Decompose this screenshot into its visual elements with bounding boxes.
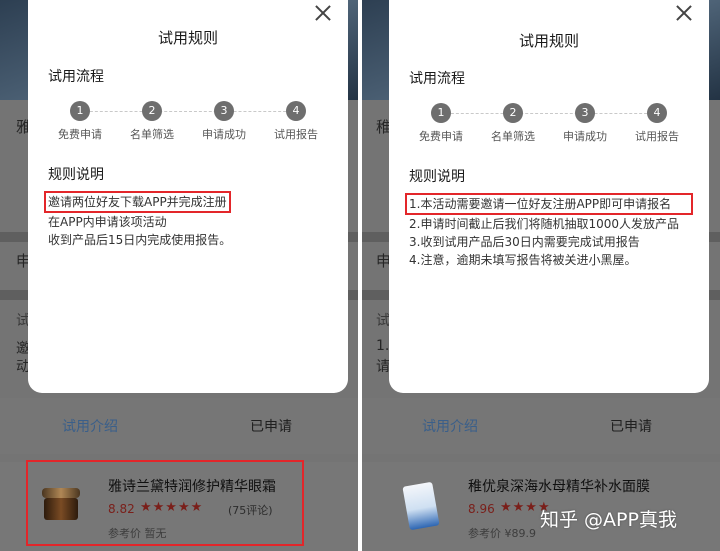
tab-applied[interactable]: 已申请: [250, 416, 292, 436]
step-number-badge: 3: [575, 103, 595, 123]
step-label: 申请成功: [563, 130, 607, 143]
product-rating: 8.96: [468, 502, 495, 516]
tab-bar: 试用介绍 已申请: [0, 398, 360, 454]
step-label: 试用报告: [274, 128, 318, 141]
step-number-badge: 2: [503, 103, 523, 123]
step-1: 1 免费申请: [406, 102, 476, 144]
step-4: 4 试用报告: [622, 102, 692, 144]
step-label: 名单筛选: [491, 130, 535, 143]
tab-bar: 试用介绍 已申请: [360, 398, 720, 454]
close-icon[interactable]: [314, 4, 332, 22]
bg-text-fragment: 请: [376, 359, 390, 375]
rules-heading: 规则说明: [48, 167, 104, 183]
rule-item: 在APP内申请该项活动: [48, 215, 167, 229]
step-number-badge: 4: [286, 101, 306, 121]
step-label: 免费申请: [419, 130, 463, 143]
rule-item-highlighted: 邀请两位好友下载APP并完成注册: [44, 191, 231, 213]
step-3: 3 申请成功: [550, 102, 620, 144]
step-3: 3 申请成功: [189, 100, 259, 142]
modal-title: 试用规则: [518, 32, 579, 50]
step-4: 4 试用报告: [261, 100, 331, 142]
process-heading: 试用流程: [48, 69, 104, 85]
step-label: 名单筛选: [130, 128, 174, 141]
reference-price: 参考价 ¥89.9: [468, 527, 536, 540]
rule-item: 4.注意，逾期未填写报告将被关进小黑屋。: [409, 253, 637, 267]
tab-trial-intro[interactable]: 试用介绍: [62, 416, 118, 436]
highlight-box: [26, 460, 304, 546]
modal-title: 试用规则: [157, 29, 218, 47]
step-number-badge: 3: [214, 101, 234, 121]
tab-applied[interactable]: 已申请: [610, 416, 652, 436]
rule-item: 3.收到试用产品后30日内需要完成试用报告: [409, 235, 640, 249]
step-label: 免费申请: [58, 128, 102, 141]
step-1: 1 免费申请: [45, 100, 115, 142]
trial-rules-modal: 试用规则 试用流程 1 免费申请 2 名单筛选 3 申请成功 4 试用报告 规则…: [389, 0, 709, 393]
step-number-badge: 1: [431, 103, 451, 123]
step-label: 申请成功: [202, 128, 246, 141]
right-screen: 稚 申 试 1. 请 试用介绍 已申请 稚优泉深海水母精华补水面膜 8.96 ★…: [360, 0, 720, 551]
step-label: 试用报告: [635, 130, 679, 143]
left-screen: 雅 申 试 邀 动 试用介绍 已申请 雅诗兰黛特润修护精华眼霜 8.82 ★★★…: [0, 0, 360, 551]
close-icon[interactable]: [675, 4, 693, 22]
watermark: 知乎 @APP真我: [540, 509, 677, 531]
step-2: 2 名单筛选: [478, 102, 548, 144]
rule-item: 2.申请时间截止后我们将随机抽取1000人发放产品: [409, 217, 679, 231]
step-number-badge: 1: [70, 101, 90, 121]
rules-heading: 规则说明: [409, 169, 465, 185]
process-steps: 1 免费申请 2 名单筛选 3 申请成功 4 试用报告: [28, 100, 348, 142]
bg-text-fragment: 1.: [376, 338, 390, 354]
product-name: 稚优泉深海水母精华补水面膜: [468, 479, 650, 495]
rule-item-highlighted: 1.本活动需要邀请一位好友注册APP即可申请报名: [405, 193, 693, 215]
process-steps: 1 免费申请 2 名单筛选 3 申请成功 4 试用报告: [389, 102, 709, 144]
rules-list: 1.本活动需要邀请一位好友注册APP即可申请报名 2.申请时间截止后我们将随机抽…: [405, 193, 693, 269]
step-number-badge: 2: [142, 101, 162, 121]
tab-trial-intro[interactable]: 试用介绍: [422, 416, 478, 436]
screenshot-divider: [358, 0, 362, 551]
rule-item: 收到产品后15日内完成使用报告。: [48, 233, 232, 247]
step-number-badge: 4: [647, 103, 667, 123]
rules-list: 邀请两位好友下载APP并完成注册 在APP内申请该项活动 收到产品后15日内完成…: [44, 191, 334, 249]
bg-text-fragment: 试: [376, 313, 390, 329]
trial-rules-modal: 试用规则 试用流程 1 免费申请 2 名单筛选 3 申请成功 4 试用报告 规则…: [28, 0, 348, 393]
face-mask-pack-image: [400, 480, 442, 531]
process-heading: 试用流程: [409, 71, 465, 87]
step-2: 2 名单筛选: [117, 100, 187, 142]
